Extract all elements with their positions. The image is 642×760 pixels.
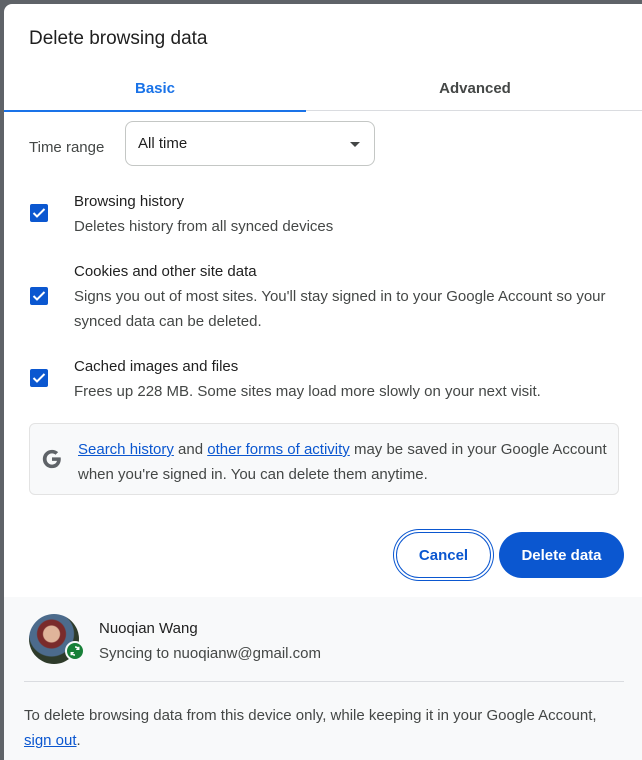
option-title: Cookies and other site data [74, 263, 257, 280]
tab-advanced-label: Advanced [439, 80, 511, 97]
tab-active-indicator [4, 110, 306, 112]
tab-basic[interactable]: Basic [4, 66, 306, 112]
sync-icon [65, 641, 85, 661]
dialog-title: Delete browsing data [29, 28, 208, 49]
option-description: Signs you out of most sites. You'll stay… [74, 288, 606, 330]
sign-out-note-end: . [76, 732, 81, 749]
checkmark-icon [32, 208, 46, 218]
option-description: Deletes history from all synced devices [74, 218, 334, 235]
checkmark-icon [32, 291, 46, 301]
delete-browsing-data-dialog: Delete browsing data Basic Advanced Time… [4, 4, 642, 760]
search-history-link[interactable]: Search history [78, 441, 174, 458]
checkmark-icon [32, 373, 46, 383]
sync-status: Syncing to nuoqianw@gmail.com [99, 645, 322, 662]
other-activity-link[interactable]: other forms of activity [207, 441, 350, 458]
dropdown-arrow-icon [350, 142, 360, 147]
sign-out-link[interactable]: sign out [24, 732, 77, 749]
sign-out-note-text: To delete browsing data from this device… [24, 707, 597, 724]
time-range-select[interactable]: All time [125, 121, 375, 166]
delete-data-button[interactable]: Delete data [499, 532, 624, 578]
google-g-icon [42, 449, 61, 469]
checkbox-cached-images[interactable] [30, 369, 48, 387]
time-range-value: All time [138, 135, 188, 152]
option-browsing-history: Browsing history Deletes history from al… [4, 190, 642, 240]
info-text: Search history and other forms of activi… [78, 437, 608, 487]
cancel-button[interactable]: Cancel [396, 532, 491, 578]
time-range-label: Time range [29, 139, 105, 156]
sign-out-note: To delete browsing data from this device… [24, 703, 624, 753]
tab-advanced[interactable]: Advanced [324, 66, 626, 111]
info-text-mid: and [173, 441, 208, 458]
tab-basic-label: Basic [134, 80, 176, 97]
option-title: Cached images and files [74, 358, 239, 375]
tab-bar: Basic Advanced [4, 66, 642, 112]
checkbox-cookies[interactable] [30, 287, 48, 305]
option-title: Browsing history [74, 193, 185, 210]
sync-arrows-icon [70, 646, 80, 656]
checkbox-browsing-history[interactable] [30, 204, 48, 222]
option-cached-images: Cached images and files Frees up 228 MB.… [4, 355, 642, 405]
footer-divider [24, 681, 624, 682]
account-name: Nuoqian Wang [99, 620, 198, 637]
option-cookies: Cookies and other site data Signs you ou… [4, 260, 642, 335]
account-footer: Nuoqian Wang Syncing to nuoqianw@gmail.c… [4, 597, 642, 760]
google-activity-info-box: Search history and other forms of activi… [29, 423, 619, 495]
option-description: Frees up 228 MB. Some sites may load mor… [74, 383, 541, 400]
